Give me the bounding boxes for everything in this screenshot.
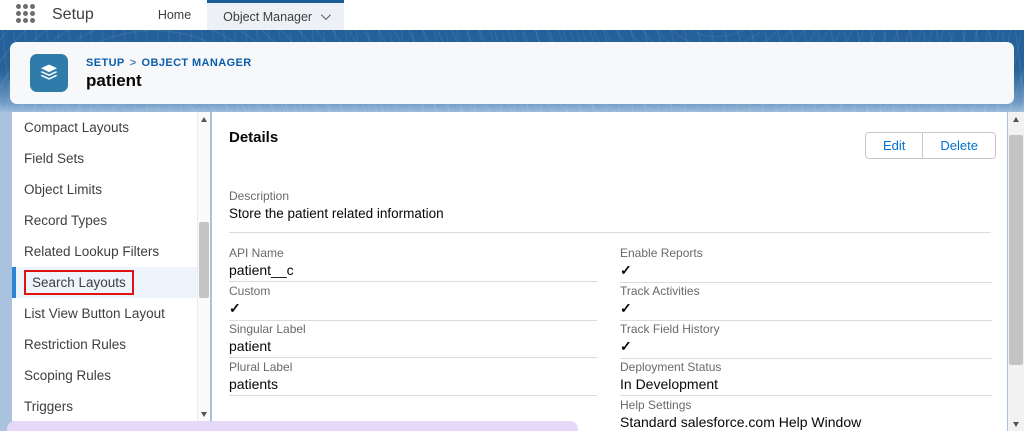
tab-object-manager[interactable]: Object Manager bbox=[207, 0, 345, 30]
sidebar-item-record-types[interactable]: Record Types bbox=[12, 205, 210, 236]
salesforce-setup-page: Setup Home Object Manager SETUP > OBJECT M… bbox=[0, 0, 1024, 431]
details-section-title: Details bbox=[229, 129, 279, 146]
field-track-field-history: Track Field History ✓ bbox=[620, 319, 992, 359]
field-plural-label: Plural Label patients bbox=[229, 357, 597, 396]
sidebar-item-restriction-rules[interactable]: Restriction Rules bbox=[12, 329, 210, 360]
red-annotation-box: Search Layouts bbox=[24, 270, 134, 295]
sidebar-item-list-view-button-layout[interactable]: List View Button Layout bbox=[12, 298, 210, 329]
sidebar-scroll-up-icon[interactable] bbox=[198, 112, 210, 126]
field-singular-label-value: patient bbox=[229, 336, 597, 358]
app-launcher-icon[interactable] bbox=[16, 4, 38, 26]
sidebar-item-field-sets[interactable]: Field Sets bbox=[12, 143, 210, 174]
field-plural-label-value: patients bbox=[229, 374, 597, 396]
details-panel: Details Edit Delete Description Store th… bbox=[212, 112, 1007, 431]
breadcrumb-separator: > bbox=[129, 57, 137, 69]
field-enable-reports: Enable Reports ✓ bbox=[620, 243, 992, 283]
edit-button[interactable]: Edit bbox=[866, 133, 923, 158]
sidebar-item-triggers[interactable]: Triggers bbox=[12, 391, 210, 422]
checkmark-icon: ✓ bbox=[620, 336, 992, 359]
field-help-settings-value: Standard salesforce.com Help Window bbox=[620, 412, 992, 431]
description-value: Store the patient related information bbox=[229, 206, 444, 221]
field-track-activities: Track Activities ✓ bbox=[620, 281, 992, 321]
page-title: patient bbox=[86, 71, 142, 90]
setup-banner: SETUP > OBJECT MANAGER patient bbox=[0, 30, 1024, 112]
sidebar-scrollbar-thumb[interactable] bbox=[199, 222, 209, 298]
field-singular-label: Singular Label patient bbox=[229, 319, 597, 358]
details-left-column: API Name patient__c Custom ✓ Singular La… bbox=[229, 243, 597, 396]
sidebar-scrollbar[interactable] bbox=[197, 112, 210, 421]
field-api-name-value: patient__c bbox=[229, 260, 597, 282]
field-deployment-status-value: In Development bbox=[620, 374, 992, 396]
description-label: Description bbox=[229, 189, 290, 203]
sidebar-item-related-lookup-filters[interactable]: Related Lookup Filters bbox=[12, 236, 210, 267]
checkmark-icon: ✓ bbox=[620, 260, 992, 283]
breadcrumb: SETUP > OBJECT MANAGER bbox=[86, 57, 252, 69]
sidebar-item-object-limits[interactable]: Object Limits bbox=[12, 174, 210, 205]
field-custom: Custom ✓ bbox=[229, 281, 597, 321]
breadcrumb-object-manager-link[interactable]: OBJECT MANAGER bbox=[142, 57, 252, 69]
field-deployment-status: Deployment Status In Development bbox=[620, 357, 992, 396]
global-header: Setup Home Object Manager bbox=[0, 0, 1024, 30]
field-help-settings: Help Settings Standard salesforce.com He… bbox=[620, 395, 992, 431]
sidebar-item-compact-layouts[interactable]: Compact Layouts bbox=[12, 112, 210, 143]
tab-home-label: Home bbox=[157, 8, 192, 22]
details-action-buttons: Edit Delete bbox=[865, 132, 996, 159]
field-api-name: API Name patient__c bbox=[229, 243, 597, 282]
object-layers-icon bbox=[30, 54, 68, 92]
sidebar-scroll-down-icon[interactable] bbox=[198, 407, 210, 421]
object-header-card: SETUP > OBJECT MANAGER patient bbox=[10, 42, 1014, 104]
main-scrollbar[interactable] bbox=[1008, 112, 1024, 431]
annotation-highlight-bar bbox=[7, 421, 578, 431]
sidebar-item-scoping-rules[interactable]: Scoping Rules bbox=[12, 360, 210, 391]
main-scroll-down-icon[interactable] bbox=[1008, 417, 1024, 431]
setup-app-label: Setup bbox=[52, 6, 94, 23]
details-right-column: Enable Reports ✓ Track Activities ✓ Trac… bbox=[620, 243, 992, 431]
object-manager-sidebar: Compact Layouts Field Sets Object Limits… bbox=[12, 112, 210, 421]
section-divider bbox=[229, 232, 991, 233]
main-scrollbar-thumb[interactable] bbox=[1009, 135, 1023, 365]
delete-button[interactable]: Delete bbox=[922, 133, 995, 158]
chevron-down-icon bbox=[321, 10, 331, 21]
main-scroll-up-icon[interactable] bbox=[1008, 112, 1024, 126]
tab-home[interactable]: Home bbox=[142, 0, 207, 30]
tab-object-manager-label: Object Manager bbox=[223, 9, 313, 24]
sidebar-item-search-layouts[interactable]: Search Layouts bbox=[12, 267, 210, 298]
checkmark-icon: ✓ bbox=[229, 298, 597, 321]
checkmark-icon: ✓ bbox=[620, 298, 992, 321]
breadcrumb-setup-link[interactable]: SETUP bbox=[86, 57, 125, 69]
